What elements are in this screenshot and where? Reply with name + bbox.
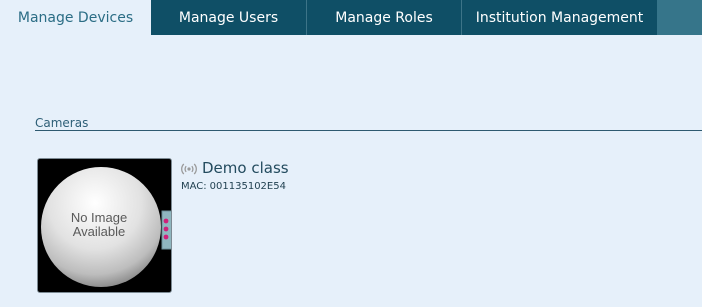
cameras-section-heading: Cameras [35, 116, 89, 130]
wireless-signal-icon [181, 161, 197, 175]
tab-manage-devices[interactable]: Manage Devices [0, 0, 151, 35]
mac-value: 001135102E54 [209, 181, 286, 192]
camera-led [163, 234, 169, 240]
tab-manage-users[interactable]: Manage Users [151, 0, 307, 35]
section-divider [35, 130, 702, 131]
device-name-row: Demo class [181, 158, 289, 178]
device-info: Demo class MAC: 001135102E54 [181, 158, 289, 192]
camera-led [163, 226, 169, 232]
no-image-text: No Image Available [70, 210, 128, 239]
main-tab-bar: Manage Devices Manage Users Manage Roles… [0, 0, 702, 35]
device-name[interactable]: Demo class [202, 159, 289, 177]
tab-institution-management[interactable]: Institution Management [462, 0, 657, 35]
camera-led [163, 218, 169, 224]
device-thumbnail[interactable]: No Image Available [37, 158, 172, 293]
mac-label: MAC: [181, 181, 207, 192]
device-mac-address: MAC: 001135102E54 [181, 181, 289, 192]
tab-manage-roles[interactable]: Manage Roles [307, 0, 462, 35]
